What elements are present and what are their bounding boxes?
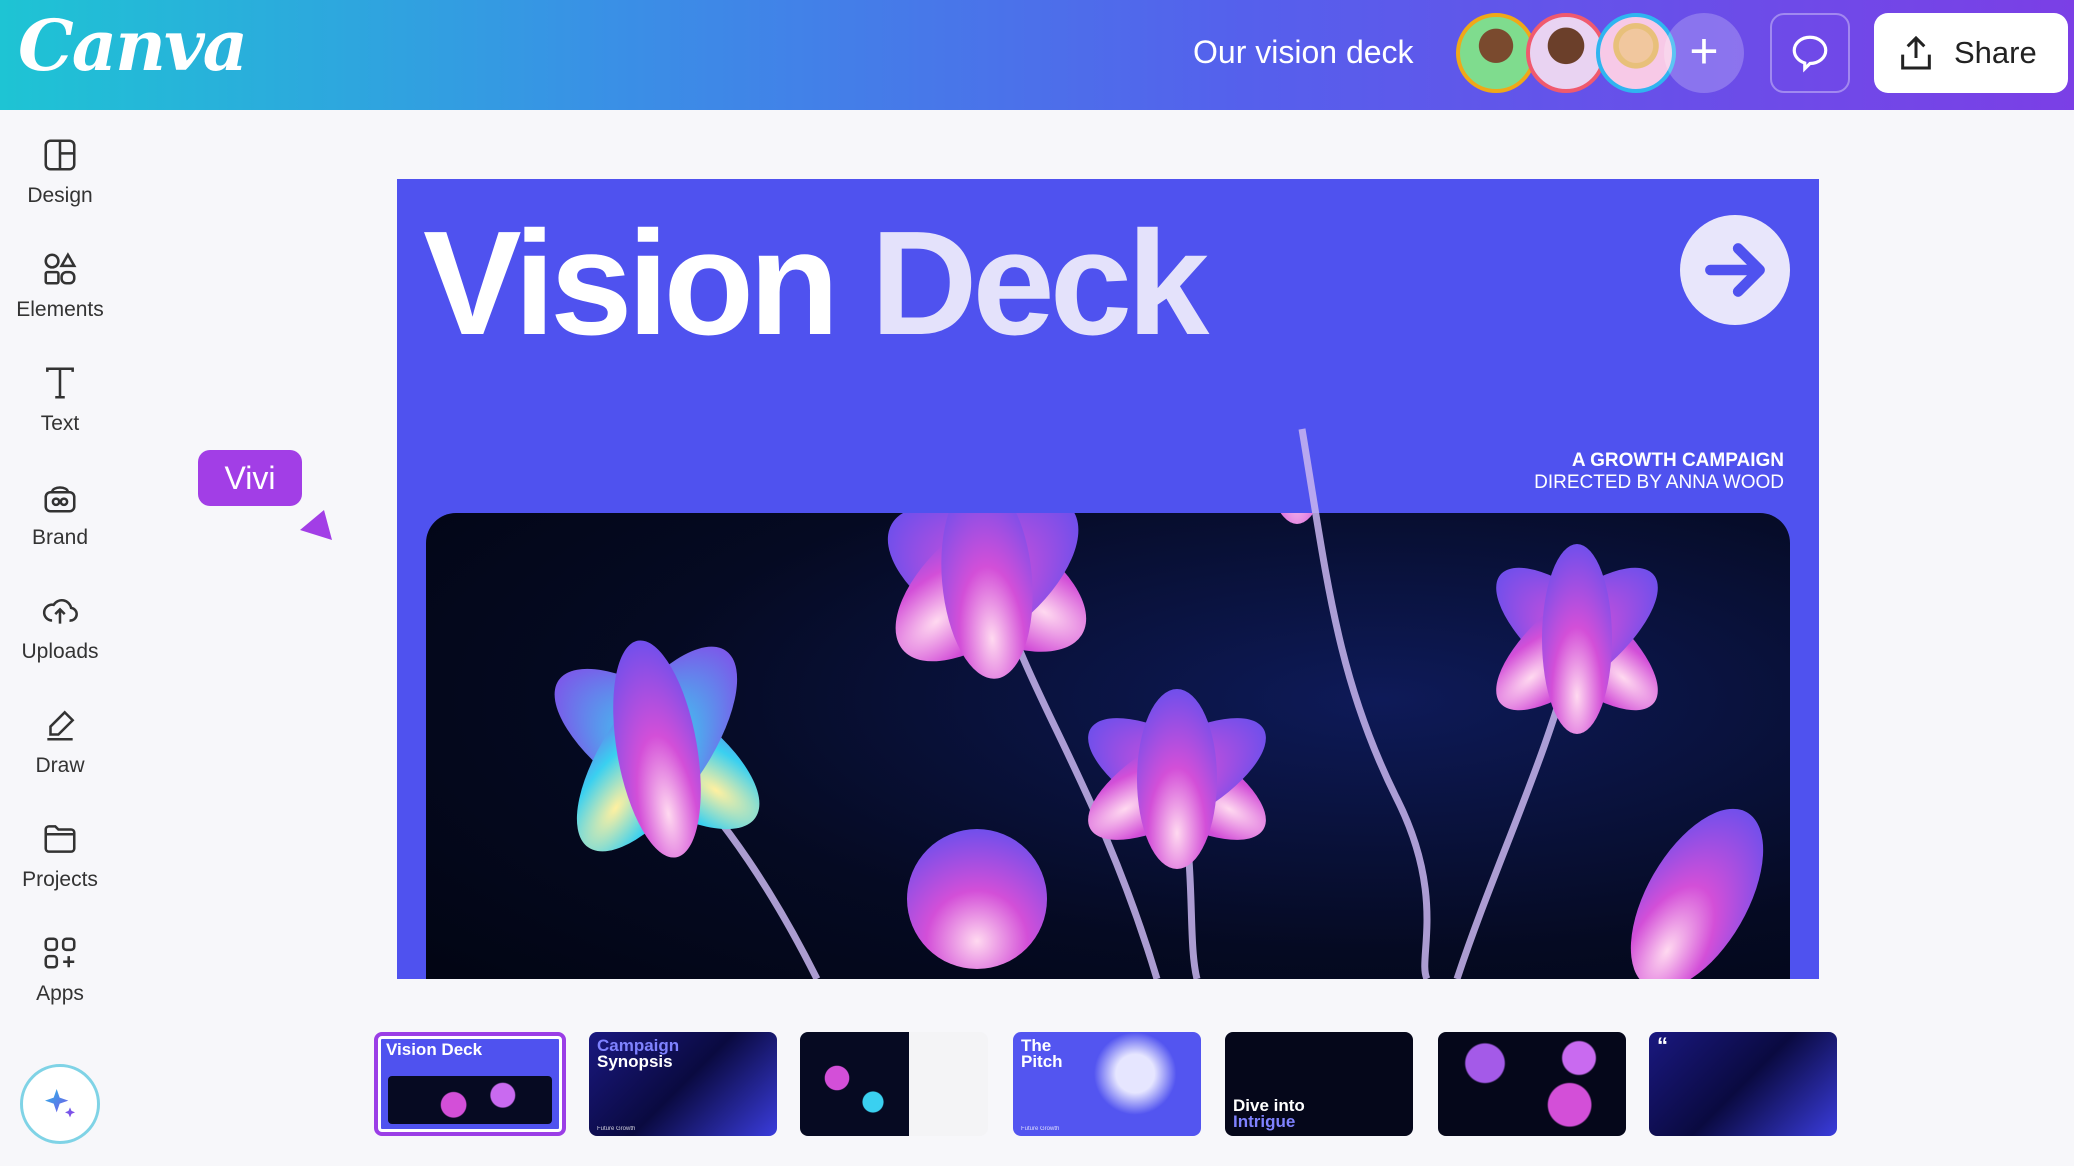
collaborator-cursor-label: Vivi — [198, 450, 302, 506]
sidebar-item-draw[interactable]: Draw — [0, 706, 120, 778]
page-thumbnail-5[interactable]: Dive into Intrigue — [1225, 1032, 1413, 1136]
document-title[interactable]: Our vision deck — [1193, 34, 1414, 71]
sidebar-item-design[interactable]: Design — [0, 136, 120, 208]
brand-icon — [44, 486, 76, 513]
sidebar-item-text[interactable]: Text — [0, 364, 120, 436]
page-thumbnail-1[interactable]: Vision Deck — [374, 1032, 566, 1136]
slide-canvas[interactable]: Vision Deck A GROWTH CAMPAIGN DIRECTED BY… — [397, 179, 1819, 979]
magic-ai-button[interactable] — [20, 1064, 100, 1144]
upload-icon — [1901, 35, 1931, 70]
sidebar-item-projects[interactable]: Projects — [0, 820, 120, 892]
canva-logo[interactable]: Canva — [18, 4, 248, 87]
shapes-icon — [44, 252, 77, 285]
layout-icon — [44, 139, 76, 171]
add-collaborator-button[interactable]: + — [1664, 13, 1744, 93]
comment-icon — [1792, 35, 1828, 73]
page-thumbnail-7[interactable]: “ — [1649, 1032, 1837, 1136]
apps-icon — [44, 937, 76, 969]
page-thumbnail-4[interactable]: The Pitch Future Growth — [1013, 1032, 1201, 1136]
sidebar-item-apps[interactable]: Apps — [0, 934, 120, 1006]
flowers-image[interactable] — [397, 179, 1819, 979]
sidebar-item-brand[interactable]: Brand — [0, 478, 120, 550]
comment-button[interactable] — [1770, 13, 1850, 93]
text-icon — [46, 367, 74, 399]
folder-icon — [44, 825, 76, 853]
sparkle-icon — [45, 1089, 75, 1118]
avatar[interactable] — [1456, 13, 1536, 93]
pen-icon — [47, 710, 75, 741]
collaborator-cursor-icon — [300, 510, 332, 540]
sidebar-item-elements[interactable]: Elements — [0, 250, 120, 322]
page-thumbnail-2[interactable]: Campaign Synopsis Future Growth — [589, 1032, 777, 1136]
page-thumbnail-6[interactable] — [1438, 1032, 1626, 1136]
sidebar-item-uploads[interactable]: Uploads — [0, 592, 120, 664]
cloud-upload-icon — [42, 599, 78, 624]
share-button[interactable]: Share — [1874, 13, 2068, 93]
top-bar: Canva Our vision deck + Share — [0, 0, 2074, 110]
avatar[interactable] — [1526, 13, 1606, 93]
page-thumbnail-3[interactable] — [800, 1032, 988, 1136]
share-label: Share — [1954, 35, 2037, 70]
